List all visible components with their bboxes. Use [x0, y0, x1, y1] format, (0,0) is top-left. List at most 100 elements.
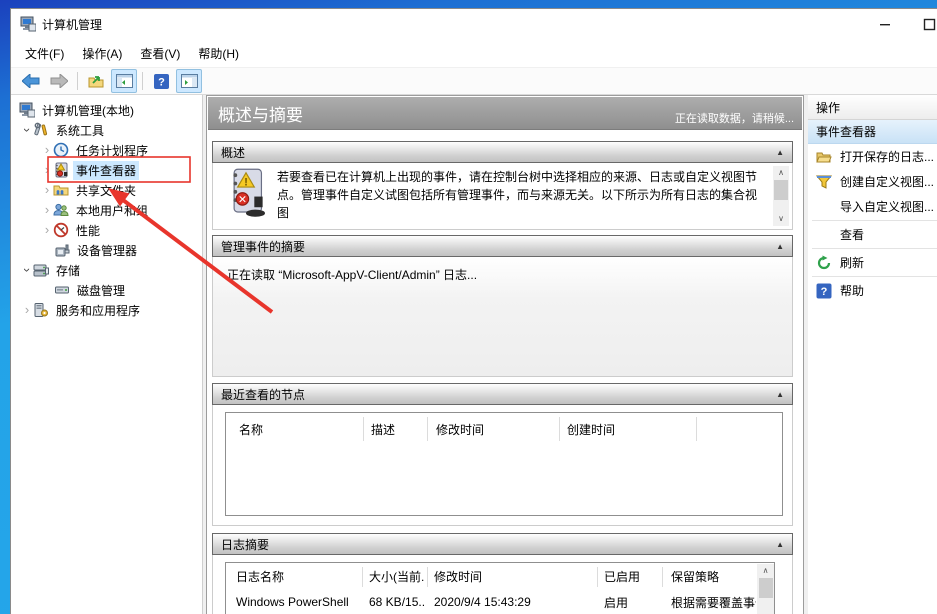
- log-summary-table-header: 日志名称 大小(当前... 修改时间 已启用 保留策略: [226, 563, 774, 589]
- tree-item-performance[interactable]: › 性能: [11, 220, 202, 240]
- column-header-modified[interactable]: 修改时间: [436, 413, 484, 445]
- services-applications-icon: [33, 302, 49, 318]
- log-summary-section-header[interactable]: 日志摘要 ▲: [212, 533, 793, 555]
- tree-item-disk-management[interactable]: 磁盘管理: [11, 280, 202, 300]
- page-title: 概述与摘要: [218, 101, 303, 126]
- collapse-arrow-icon[interactable]: ▲: [776, 242, 784, 251]
- overview-text: 若要查看已在计算机上出现的事件，请在控制台树中选择相应的来源、日志或自定义视图节…: [277, 168, 762, 226]
- svg-text:?: ?: [821, 286, 828, 298]
- overview-scrollbar[interactable]: ∧ ∨: [773, 166, 789, 226]
- tree-item-device-manager[interactable]: 设备管理器: [11, 240, 202, 260]
- show-console-tree-button[interactable]: [111, 69, 137, 93]
- column-header-description[interactable]: 描述: [371, 413, 395, 445]
- window-title: 计算机管理: [42, 16, 102, 33]
- event-viewer-icon: [53, 162, 69, 178]
- column-header-modified[interactable]: 修改时间: [434, 563, 482, 589]
- tree-item-shared-folders[interactable]: › 共享文件夹: [11, 180, 202, 200]
- main-panel-header: 概述与摘要 正在读取数据，请稍候...: [208, 97, 802, 130]
- local-users-groups-icon: [53, 202, 69, 218]
- show-action-pane-button[interactable]: [176, 69, 202, 93]
- chevron-expanded-icon[interactable]: ›: [21, 124, 33, 136]
- recent-nodes-section-header[interactable]: 最近查看的节点 ▲: [212, 383, 793, 405]
- back-arrow-icon: [22, 74, 40, 88]
- help-button[interactable]: ?: [148, 69, 174, 93]
- scroll-down-icon[interactable]: ∨: [773, 212, 789, 226]
- help-icon: ?: [154, 74, 169, 89]
- computer-icon: [19, 102, 35, 118]
- actions-divider: [812, 248, 937, 249]
- open-folder-icon: [816, 149, 832, 165]
- action-open-saved-log[interactable]: 打开保存的日志...: [808, 144, 937, 169]
- chevron-collapsed-icon[interactable]: ›: [41, 164, 53, 176]
- collapse-arrow-icon[interactable]: ▲: [776, 390, 784, 399]
- shared-folders-icon: [53, 182, 69, 198]
- scroll-thumb[interactable]: [759, 578, 773, 598]
- tree-item-computer-management[interactable]: 计算机管理(本地): [11, 100, 202, 120]
- menu-help[interactable]: 帮助(H): [189, 41, 248, 66]
- chevron-collapsed-icon[interactable]: ›: [41, 144, 53, 156]
- export-list-button[interactable]: [83, 69, 109, 93]
- event-viewer-large-icon: ! ✕: [227, 168, 265, 218]
- tree-item-system-tools[interactable]: › 系统工具: [11, 120, 202, 140]
- action-help[interactable]: ? 帮助: [808, 278, 937, 303]
- scroll-up-icon[interactable]: ∧: [773, 166, 789, 180]
- performance-icon: [53, 222, 69, 238]
- computer-management-window: 计算机管理 文件(F) 操作(A) 查看(V) 帮助(H): [10, 8, 937, 614]
- admin-events-loading-text: 正在读取 “Microsoft-AppV-Client/Admin” 日志...: [227, 268, 477, 282]
- column-header-retention[interactable]: 保留策略: [671, 563, 741, 589]
- chevron-expanded-icon[interactable]: ›: [21, 264, 33, 276]
- overview-section-header[interactable]: 概述 ▲: [212, 141, 793, 163]
- log-table-scrollbar[interactable]: ∧: [757, 564, 774, 614]
- tree-item-local-users-groups[interactable]: › 本地用户和组: [11, 200, 202, 220]
- storage-icon: [33, 262, 49, 278]
- maximize-button[interactable]: [907, 9, 937, 39]
- column-header-enabled[interactable]: 已启用: [604, 563, 640, 589]
- computer-management-app-icon: [20, 16, 36, 32]
- tree-item-event-viewer[interactable]: › 事件查看器: [11, 160, 202, 180]
- column-header-name[interactable]: 名称: [239, 413, 263, 445]
- action-view[interactable]: 查看: [808, 222, 937, 247]
- console-tree-panel: 计算机管理(本地) › 系统工具 › 任务计划程序: [11, 95, 203, 614]
- actions-panel-title: 操作: [808, 95, 937, 120]
- recent-nodes-table: 名称 描述 修改时间 创建时间: [225, 412, 783, 516]
- tree-item-storage[interactable]: › 存储: [11, 260, 202, 280]
- action-import-custom-view[interactable]: 导入自定义视图...: [808, 194, 937, 219]
- admin-events-section-header[interactable]: 管理事件的摘要 ▲: [212, 235, 793, 257]
- svg-text:!: !: [244, 176, 248, 188]
- menu-action[interactable]: 操作(A): [73, 41, 131, 66]
- help-icon: ?: [816, 283, 832, 299]
- action-create-custom-view[interactable]: 创建自定义视图...: [808, 169, 937, 194]
- menu-file[interactable]: 文件(F): [16, 41, 73, 66]
- action-pane-icon: [181, 74, 198, 88]
- chevron-collapsed-icon[interactable]: ›: [41, 204, 53, 216]
- refresh-icon: [816, 255, 832, 271]
- svg-text:✕: ✕: [238, 194, 247, 206]
- menu-view[interactable]: 查看(V): [131, 41, 189, 66]
- tree-item-services-applications[interactable]: › 服务和应用程序: [11, 300, 202, 320]
- collapse-arrow-icon[interactable]: ▲: [776, 540, 784, 549]
- recent-nodes-section-body: 名称 描述 修改时间 创建时间: [212, 405, 793, 526]
- actions-group-event-viewer[interactable]: 事件查看器: [808, 120, 937, 144]
- device-manager-icon: [54, 242, 70, 258]
- scroll-up-icon[interactable]: ∧: [757, 564, 774, 578]
- tree-item-task-scheduler[interactable]: › 任务计划程序: [11, 140, 202, 160]
- column-header-created[interactable]: 创建时间: [567, 413, 615, 445]
- disk-management-icon: [54, 282, 70, 298]
- actions-divider: [812, 276, 937, 277]
- log-summary-row[interactable]: Windows PowerShell 68 KB/15... 2020/9/4 …: [226, 589, 774, 614]
- forward-button[interactable]: [46, 69, 72, 93]
- column-header-log-name[interactable]: 日志名称: [236, 563, 284, 589]
- chevron-collapsed-icon[interactable]: ›: [41, 184, 53, 196]
- collapse-arrow-icon[interactable]: ▲: [776, 148, 784, 157]
- back-button[interactable]: [18, 69, 44, 93]
- log-summary-section-body: 日志名称 大小(当前... 修改时间 已启用 保留策略 Windows Powe…: [212, 555, 793, 614]
- column-header-size[interactable]: 大小(当前...: [369, 563, 425, 589]
- actions-divider: [812, 220, 937, 221]
- chevron-collapsed-icon[interactable]: ›: [41, 224, 53, 236]
- menu-bar: 文件(F) 操作(A) 查看(V) 帮助(H): [11, 39, 937, 67]
- svg-text:?: ?: [158, 76, 165, 88]
- chevron-collapsed-icon[interactable]: ›: [21, 304, 33, 316]
- action-refresh[interactable]: 刷新: [808, 250, 937, 275]
- minimize-button[interactable]: [863, 9, 907, 39]
- scroll-thumb[interactable]: [774, 180, 788, 200]
